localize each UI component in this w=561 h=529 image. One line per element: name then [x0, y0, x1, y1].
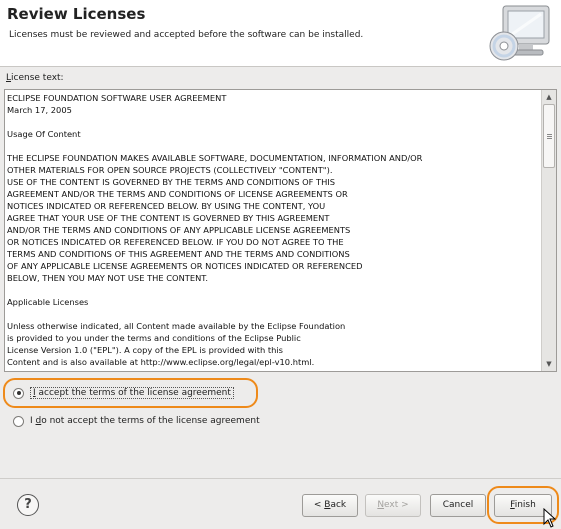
license-text-area[interactable]: ECLIPSE FOUNDATION SOFTWARE USER AGREEME…: [4, 89, 557, 372]
decline-license-radio[interactable]: I do not accept the terms of the license…: [13, 414, 260, 428]
accept-license-radio[interactable]: I accept the terms of the license agreem…: [13, 386, 234, 400]
accept-license-label: I accept the terms of the license agreem…: [30, 387, 234, 399]
back-button[interactable]: < Back: [302, 494, 358, 517]
scroll-down-icon[interactable]: ▼: [543, 358, 555, 370]
help-button[interactable]: ?: [17, 494, 39, 516]
wizard-header: Review Licenses Licenses must be reviewe…: [0, 0, 561, 67]
page-description: Licenses must be reviewed and accepted b…: [9, 30, 364, 40]
decline-license-label: I do not accept the terms of the license…: [30, 416, 260, 426]
license-text: ECLIPSE FOUNDATION SOFTWARE USER AGREEME…: [7, 93, 423, 367]
license-text-label: License text:: [6, 73, 64, 83]
vertical-scrollbar[interactable]: ▲ ▼: [541, 90, 556, 371]
footer-separator: [0, 478, 561, 479]
cancel-button[interactable]: Cancel: [430, 494, 486, 517]
mouse-pointer-icon: [543, 508, 557, 528]
help-icon: ?: [24, 497, 32, 512]
next-button[interactable]: Next >: [365, 494, 421, 517]
radio-selected-icon[interactable]: [13, 387, 24, 399]
scrollbar-thumb[interactable]: [543, 104, 555, 168]
computer-cd-icon: [489, 5, 550, 61]
radio-unselected-icon[interactable]: [13, 415, 24, 427]
scroll-up-icon[interactable]: ▲: [543, 91, 555, 103]
page-title: Review Licenses: [7, 5, 146, 23]
